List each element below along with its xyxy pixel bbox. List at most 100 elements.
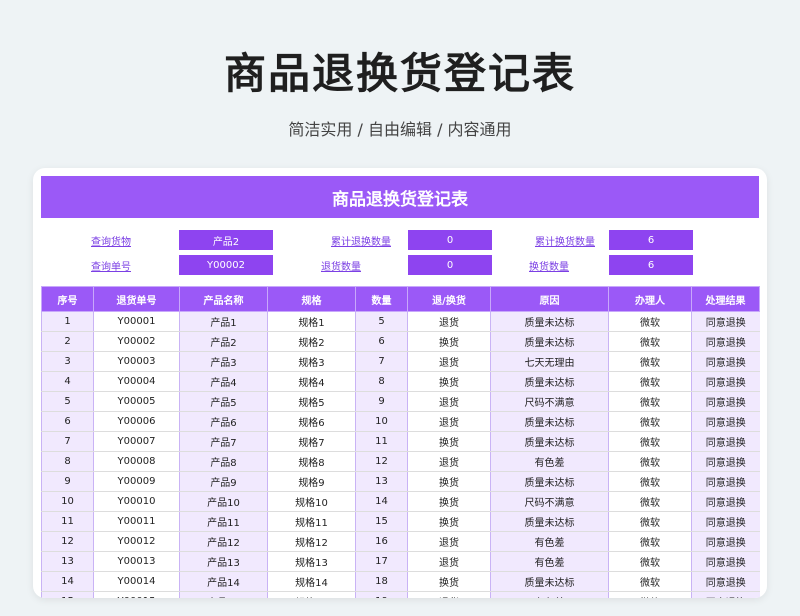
table-cell[interactable]: 退货 <box>407 311 491 332</box>
table-cell[interactable]: 有色差 <box>490 451 609 472</box>
table-cell[interactable]: 规格4 <box>267 371 356 392</box>
table-cell[interactable]: 退货 <box>407 551 491 572</box>
table-cell[interactable]: Y00006 <box>93 411 180 432</box>
table-cell[interactable]: 换货 <box>407 471 491 492</box>
table-cell[interactable]: 15 <box>355 511 408 532</box>
table-cell[interactable]: 规格8 <box>267 451 356 472</box>
table-cell[interactable]: 质量未达标 <box>490 371 609 392</box>
table-cell[interactable]: 产品11 <box>179 511 268 532</box>
table-cell[interactable]: 11 <box>355 431 408 452</box>
table-cell[interactable]: 同意退换 <box>691 411 760 432</box>
query-no-input[interactable]: Y00002 <box>179 255 273 275</box>
table-cell[interactable]: 产品13 <box>179 551 268 572</box>
table-cell[interactable]: 同意退换 <box>691 371 760 392</box>
table-cell[interactable]: 同意退换 <box>691 491 760 512</box>
table-cell[interactable]: 微软 <box>608 571 692 592</box>
table-cell[interactable]: 同意退换 <box>691 451 760 472</box>
table-cell[interactable]: Y00008 <box>93 451 180 472</box>
table-cell[interactable]: 产品4 <box>179 371 268 392</box>
table-cell[interactable]: 有色差 <box>490 551 609 572</box>
table-cell[interactable]: Y00004 <box>93 371 180 392</box>
table-cell[interactable]: Y00011 <box>93 511 180 532</box>
table-cell[interactable]: 规格11 <box>267 511 356 532</box>
table-cell[interactable]: 10 <box>355 411 408 432</box>
table-cell[interactable]: 8 <box>355 371 408 392</box>
column-header[interactable]: 原因 <box>490 286 609 312</box>
table-cell[interactable]: 产品6 <box>179 411 268 432</box>
column-header[interactable]: 数量 <box>355 286 408 312</box>
table-cell[interactable]: 产品1 <box>179 311 268 332</box>
table-cell[interactable]: 7 <box>41 431 94 452</box>
column-header[interactable]: 产品名称 <box>179 286 268 312</box>
table-cell[interactable]: 同意退换 <box>691 311 760 332</box>
table-cell[interactable]: 产品8 <box>179 451 268 472</box>
table-cell[interactable]: 3 <box>41 351 94 372</box>
column-header[interactable]: 退货单号 <box>93 286 180 312</box>
table-cell[interactable]: 13 <box>355 471 408 492</box>
table-cell[interactable]: 换货 <box>407 511 491 532</box>
table-cell[interactable]: Y00005 <box>93 391 180 412</box>
table-cell[interactable]: 产品10 <box>179 491 268 512</box>
table-cell[interactable]: 微软 <box>608 491 692 512</box>
table-cell[interactable]: 产品2 <box>179 331 268 352</box>
table-cell[interactable]: 12 <box>355 451 408 472</box>
table-cell[interactable]: 规格7 <box>267 431 356 452</box>
table-cell[interactable]: 6 <box>355 331 408 352</box>
table-cell[interactable]: 同意退换 <box>691 431 760 452</box>
table-cell[interactable]: 18 <box>355 571 408 592</box>
table-cell[interactable]: 退货 <box>407 451 491 472</box>
table-cell[interactable]: Y00015 <box>93 591 180 598</box>
table-cell[interactable]: 7 <box>355 351 408 372</box>
table-cell[interactable]: 规格15 <box>267 591 356 598</box>
table-cell[interactable]: 退货 <box>407 391 491 412</box>
table-cell[interactable]: 15 <box>41 591 94 598</box>
table-cell[interactable]: 规格6 <box>267 411 356 432</box>
table-cell[interactable]: 产品15 <box>179 591 268 598</box>
table-cell[interactable]: 微软 <box>608 371 692 392</box>
table-cell[interactable]: 微软 <box>608 331 692 352</box>
table-cell[interactable]: 退货 <box>407 591 491 598</box>
table-cell[interactable]: 11 <box>41 511 94 532</box>
table-cell[interactable]: 同意退换 <box>691 551 760 572</box>
table-cell[interactable]: 产品3 <box>179 351 268 372</box>
table-cell[interactable]: Y00007 <box>93 431 180 452</box>
table-cell[interactable]: Y00012 <box>93 531 180 552</box>
table-cell[interactable]: 换货 <box>407 331 491 352</box>
table-cell[interactable]: 质量未达标 <box>490 431 609 452</box>
table-cell[interactable]: 10 <box>41 491 94 512</box>
table-cell[interactable]: Y00003 <box>93 351 180 372</box>
table-cell[interactable]: 规格5 <box>267 391 356 412</box>
table-cell[interactable]: 换货 <box>407 431 491 452</box>
table-cell[interactable]: 17 <box>355 551 408 572</box>
table-cell[interactable]: 退货 <box>407 531 491 552</box>
table-cell[interactable]: 质量未达标 <box>490 471 609 492</box>
table-cell[interactable]: 微软 <box>608 511 692 532</box>
table-cell[interactable]: 规格13 <box>267 551 356 572</box>
table-cell[interactable]: 产品14 <box>179 571 268 592</box>
table-cell[interactable]: 微软 <box>608 431 692 452</box>
table-cell[interactable]: 13 <box>41 551 94 572</box>
column-header[interactable]: 办理人 <box>608 286 692 312</box>
table-cell[interactable]: 微软 <box>608 411 692 432</box>
table-cell[interactable]: 同意退换 <box>691 391 760 412</box>
column-header[interactable]: 处理结果 <box>691 286 760 312</box>
table-cell[interactable]: 5 <box>41 391 94 412</box>
table-cell[interactable]: 产品9 <box>179 471 268 492</box>
table-cell[interactable]: 12 <box>41 531 94 552</box>
table-cell[interactable]: 16 <box>355 531 408 552</box>
column-header[interactable]: 退/换货 <box>407 286 491 312</box>
table-cell[interactable]: 产品12 <box>179 531 268 552</box>
table-cell[interactable]: 2 <box>41 331 94 352</box>
table-cell[interactable]: 规格12 <box>267 531 356 552</box>
table-cell[interactable]: 尺码不满意 <box>490 491 609 512</box>
table-cell[interactable]: Y00010 <box>93 491 180 512</box>
table-cell[interactable]: 换货 <box>407 571 491 592</box>
table-cell[interactable]: Y00013 <box>93 551 180 572</box>
table-cell[interactable]: 微软 <box>608 311 692 332</box>
table-cell[interactable]: 质量未达标 <box>490 311 609 332</box>
table-cell[interactable]: 同意退换 <box>691 511 760 532</box>
table-cell[interactable]: 七天无理由 <box>490 351 609 372</box>
table-cell[interactable]: 规格2 <box>267 331 356 352</box>
table-cell[interactable]: 9 <box>355 391 408 412</box>
table-cell[interactable]: 同意退换 <box>691 331 760 352</box>
